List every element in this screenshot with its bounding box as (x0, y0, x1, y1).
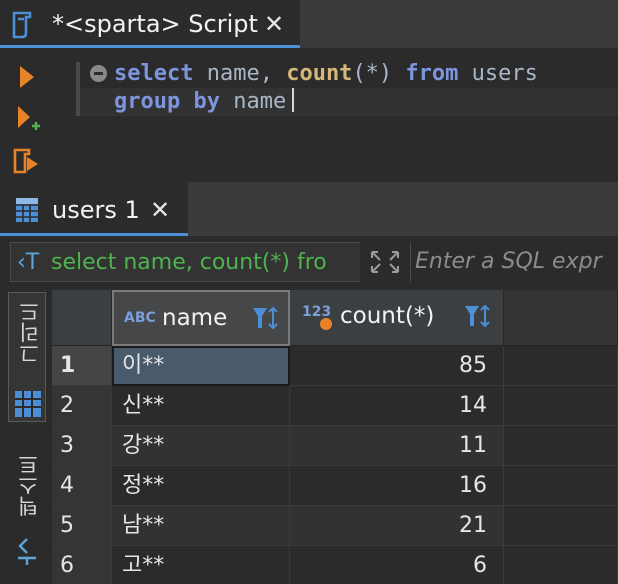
grid-icon (15, 391, 41, 417)
fold-collapse-icon[interactable] (90, 65, 107, 82)
type-string-tag: ABC (124, 310, 156, 326)
close-tab-icon[interactable]: ✕ (150, 196, 170, 224)
row-number[interactable]: 4 (52, 466, 112, 506)
column-header-count[interactable]: 123 count(*) (290, 290, 504, 346)
cell-count[interactable]: 16 (290, 466, 504, 506)
cell-empty (504, 426, 618, 466)
sql-editor[interactable]: select name, count(*) from users group b… (0, 48, 618, 182)
table-icon (16, 198, 38, 222)
cell-empty (504, 546, 618, 584)
filter-placeholder: Enter a SQL expr (415, 249, 602, 274)
cell-empty (504, 386, 618, 426)
sql-query-icon: ‹T (17, 250, 40, 275)
cell-count[interactable]: 21 (290, 506, 504, 546)
results-tab-bar: users 1 ✕ (0, 182, 618, 236)
table-row[interactable]: 2 신** 14 (52, 386, 618, 426)
row-number[interactable]: 2 (52, 386, 112, 426)
cell-name[interactable]: 신** (112, 386, 290, 426)
tab-users-1[interactable]: users 1 ✕ (0, 182, 188, 236)
cell-name[interactable]: 고** (112, 546, 290, 584)
cell-name[interactable]: 남** (112, 506, 290, 546)
column-header-empty (504, 290, 618, 346)
cell-count[interactable]: 85 (290, 346, 504, 386)
row-number[interactable]: 1 (52, 346, 112, 386)
execute-in-new-tab-icon[interactable] (12, 104, 42, 134)
column-label: count(*) (340, 303, 435, 329)
column-header-name[interactable]: ABC name (112, 290, 290, 346)
row-number[interactable]: 3 (52, 426, 112, 466)
editor-toolbar (0, 48, 52, 182)
grid-view-label: 그리드 (18, 301, 42, 364)
text-view-label: 텍스트 (17, 454, 41, 517)
tab-sparta-script[interactable]: *<sparta> Script ✕ (0, 0, 300, 48)
cell-count[interactable]: 6 (290, 546, 504, 584)
table-row[interactable]: 5 남** 21 (52, 506, 618, 546)
statement-marker (76, 62, 80, 116)
cell-empty (504, 346, 618, 386)
filter-expression-input[interactable]: Enter a SQL expr (410, 242, 618, 282)
query-text: select name, count(*) fro (51, 250, 327, 275)
close-tab-icon[interactable]: ✕ (264, 10, 284, 38)
sql-script-icon (12, 11, 32, 39)
aggregate-dot-icon (319, 317, 333, 331)
tab-title: *<sparta> Script (52, 10, 258, 38)
expand-icon[interactable] (362, 242, 408, 282)
column-label: name (162, 305, 228, 331)
cell-name[interactable]: 강** (112, 426, 290, 466)
code-line-2: group by name (114, 88, 295, 116)
text-view-icon (18, 538, 36, 565)
execute-statement-icon[interactable] (12, 62, 42, 92)
results-grid[interactable]: ABC name 123 count(*) 1 이** 85 2 신** 14 (52, 290, 618, 584)
cell-count[interactable]: 14 (290, 386, 504, 426)
table-row[interactable]: 1 이** 85 (52, 346, 618, 386)
tab-title: users 1 (52, 196, 140, 224)
cell-name[interactable]: 정** (112, 466, 290, 506)
query-text-box[interactable]: ‹T select name, count(*) fro (10, 242, 360, 282)
table-row[interactable]: 6 고** 6 (52, 546, 618, 584)
row-number[interactable]: 5 (52, 506, 112, 546)
cell-empty (504, 506, 618, 546)
grid-view-button[interactable]: 그리드 (8, 292, 46, 422)
cell-empty (504, 466, 618, 506)
cell-name[interactable]: 이** (112, 346, 290, 386)
row-number[interactable]: 6 (52, 546, 112, 584)
cell-count[interactable]: 11 (290, 426, 504, 466)
execute-script-icon[interactable] (12, 146, 42, 176)
grid-corner[interactable] (52, 290, 112, 346)
code-line-1: select name, count(*) from users (114, 61, 538, 86)
editor-tab-bar: *<sparta> Script ✕ (0, 0, 618, 48)
filter-bar: ‹T select name, count(*) fro Enter a SQL… (0, 236, 618, 288)
text-view-button[interactable]: 텍스트 (8, 438, 46, 578)
table-row[interactable]: 3 강** 11 (52, 426, 618, 466)
filter-sort-icon[interactable] (252, 304, 278, 334)
table-row[interactable]: 4 정** 16 (52, 466, 618, 506)
text-cursor (292, 88, 295, 112)
code-area[interactable]: select name, count(*) from users group b… (72, 48, 618, 182)
view-mode-panel: 그리드 텍스트 (0, 288, 52, 584)
filter-sort-icon[interactable] (464, 302, 490, 332)
